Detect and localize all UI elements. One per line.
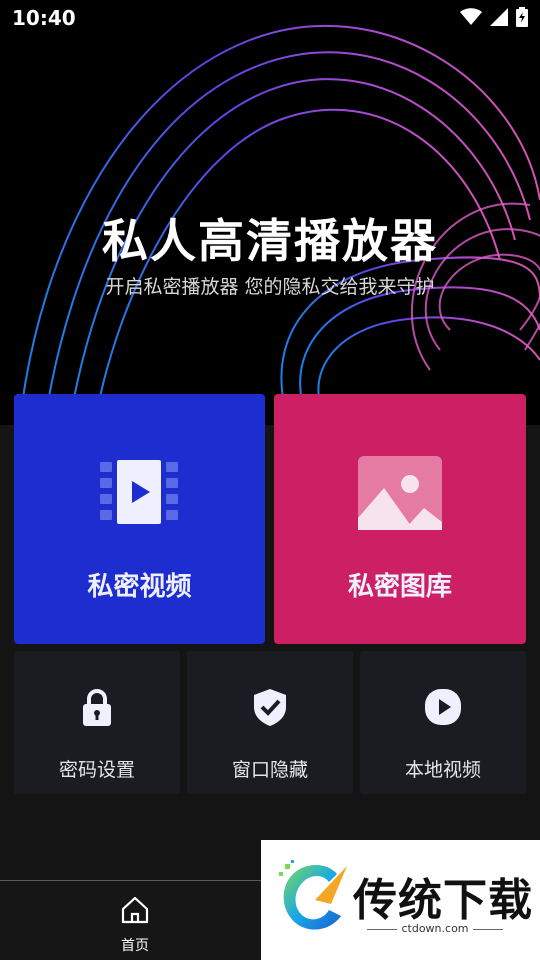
local-video-label: 本地视频	[404, 759, 481, 781]
window-hide-tile[interactable]: 窗口隐藏	[187, 651, 353, 794]
shield-check-icon	[254, 689, 286, 726]
password-settings-label: 密码设置	[58, 759, 135, 781]
lock-icon	[83, 689, 111, 726]
status-bar: 10:40	[0, 0, 540, 36]
image-icon	[358, 456, 442, 530]
watermark-url: ctdown.com	[355, 922, 515, 935]
play-icon	[425, 689, 461, 725]
app-title: 私人高清播放器	[102, 214, 438, 268]
nav-home-tab[interactable]: 首页	[100, 881, 170, 960]
private-video-label: 私密视频	[87, 572, 192, 602]
nav-home-label: 首页	[121, 938, 149, 954]
status-icons	[460, 7, 528, 27]
wifi-icon	[460, 8, 482, 25]
battery-icon	[516, 7, 528, 27]
app-subtitle: 开启私密播放器 您的隐私交给我来守护	[105, 276, 435, 298]
password-settings-tile[interactable]: 密码设置	[14, 651, 180, 794]
hero-banner: 私人高清播放器 开启私密播放器 您的隐私交给我来守护	[0, 0, 540, 425]
signal-icon	[490, 8, 508, 26]
watermark-logo	[279, 860, 347, 930]
private-video-card[interactable]: 私密视频	[14, 394, 265, 644]
watermark-overlay: 传统下载 ctdown.com	[261, 840, 540, 960]
watermark-text: 传统下载	[353, 875, 533, 926]
status-time: 10:40	[12, 6, 76, 30]
video-icon	[100, 460, 178, 524]
private-gallery-card[interactable]: 私密图库	[274, 394, 526, 644]
window-hide-label: 窗口隐藏	[231, 759, 308, 781]
local-video-tile[interactable]: 本地视频	[360, 651, 526, 794]
home-icon	[121, 896, 149, 924]
private-gallery-label: 私密图库	[347, 572, 452, 602]
